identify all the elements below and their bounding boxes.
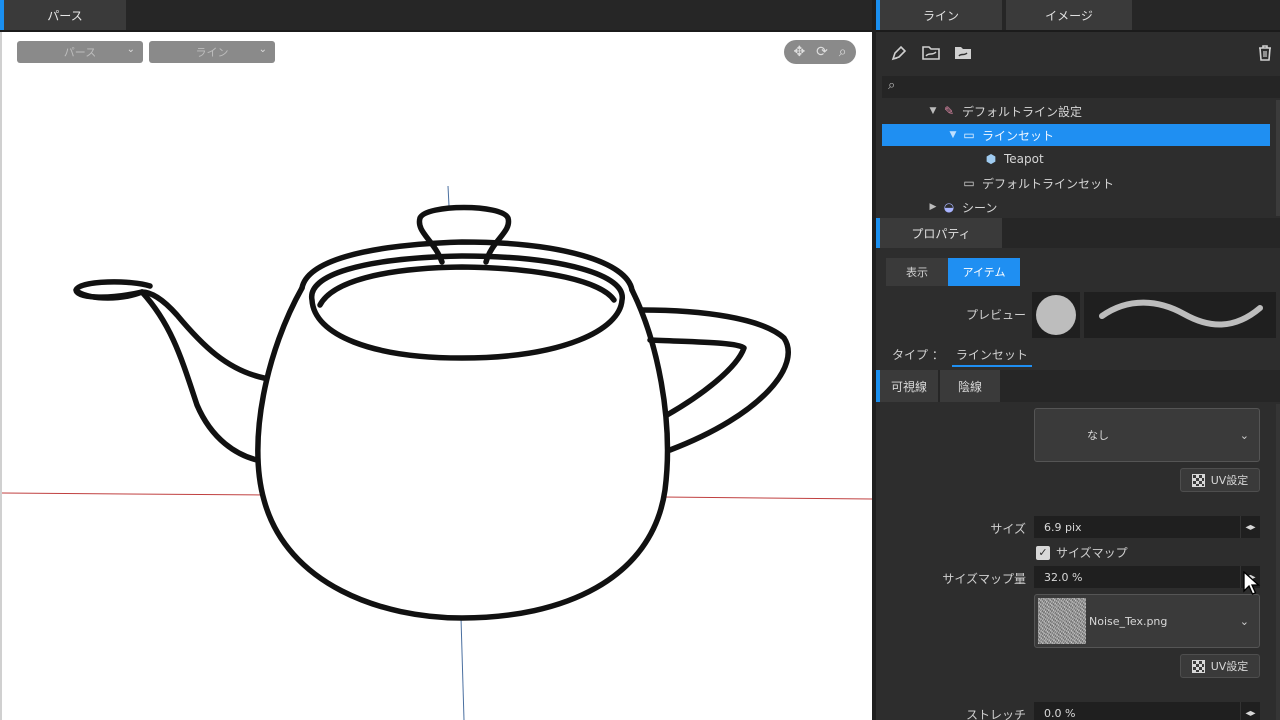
move-icon[interactable]: ✥ [793,45,805,59]
tab-image[interactable]: イメージ [1006,0,1132,30]
tree-item-default-line-settings[interactable]: ▼ ✎ デフォルトライン設定 [882,100,1270,122]
sizemap-amount-field[interactable]: 32.0 % [1034,566,1240,588]
tab-perse[interactable]: パース [0,0,126,30]
preview-circle [1032,292,1080,338]
uv-settings-label: UV設定 [1210,660,1249,673]
properties-tabbar: プロパティ [876,218,1280,248]
tree-item-default-lineset[interactable]: ▭ デフォルトラインセット [882,172,1270,194]
mouse-cursor-icon [1243,571,1261,595]
tree-item-lineset[interactable]: ▼ ▭ ラインセット [882,124,1270,146]
tree-item-label: シーン [962,200,998,215]
chevron-down-icon: ⌄ [1239,428,1249,442]
texture-dropdown[interactable]: なし ⌄ [1034,408,1260,462]
viewport-tools: ✥ ⟳ ⌕ [784,40,856,64]
chevron-down-icon: ⌄ [258,44,267,55]
preview-label: プレビュー [966,308,1027,322]
type-value[interactable]: ラインセット [951,346,1032,367]
tab-visible-line[interactable]: 可視線 [876,370,938,402]
tree-item-label: ラインセット [982,128,1055,143]
trash-icon[interactable] [1254,42,1276,64]
view-mode-buttons: 表示 アイテム [886,258,1020,286]
checker-icon [1191,473,1205,487]
uv-settings-button[interactable]: UV設定 [1180,468,1260,492]
search-icon: ⌕ [888,78,896,93]
sizemap-checkbox-row[interactable]: ✓ サイズマップ [1036,544,1128,561]
sizemap-checkbox-label: サイズマップ [1056,546,1128,560]
folder-line-icon: ▭ [963,128,975,142]
pen-icon[interactable] [888,42,910,64]
texture-dropdown-label: なし [1087,429,1109,442]
stretch-field[interactable]: 0.0 % [1034,702,1240,720]
viewport-tabbar: パース [0,0,872,32]
mode-dropdown-label: ライン [195,46,229,59]
scene-icon: ◒ [943,200,955,214]
size-field[interactable]: 6.9 pix [1034,516,1240,538]
tab-line[interactable]: ライン [876,0,1002,30]
zoom-icon[interactable]: ⌕ [839,45,847,59]
tree-item-label: デフォルトラインセット [982,176,1115,191]
tree-item-label: デフォルトライン設定 [962,104,1083,119]
properties-scrollbar[interactable] [1276,404,1280,720]
pen-icon: ✎ [943,104,955,118]
noise-texture-label: Noise_Tex.png [1089,614,1168,628]
properties-scroll-area: なし ⌄ UV設定 サイズ 6.9 pix ◂▸ ✓ サイズマップ サイズマップ… [876,404,1280,720]
tree-item-teapot[interactable]: ⬢ Teapot [882,148,1270,170]
line-kind-tabbar: 可視線 陰線 [876,370,1280,402]
type-label: タイプ ： [892,348,944,362]
tree-scrollbar[interactable] [1276,100,1280,216]
stretch-stepper[interactable]: ◂▸ [1240,702,1260,720]
expand-arrow-icon[interactable]: ▶ [926,202,940,212]
size-label: サイズ [990,522,1026,536]
size-stepper[interactable]: ◂▸ [1240,516,1260,538]
type-row: タイプ ： ラインセット [892,346,1032,367]
tree-item-scene[interactable]: ▶ ◒ シーン [882,196,1270,216]
chevron-down-icon: ⌄ [126,44,135,55]
sizemap-amount-label: サイズマップ量 [942,572,1026,586]
preview-stroke [1084,292,1276,338]
teapot-line-render [2,185,872,720]
rotate-icon[interactable]: ⟳ [816,45,828,59]
tree-search-input[interactable]: ⌕ [882,76,1280,98]
camera-dropdown-label: パース [63,46,97,59]
chevron-down-icon: ⌄ [1239,614,1249,628]
right-tabbar: ライン イメージ [876,0,1280,32]
camera-dropdown[interactable]: パース ⌄ [17,41,143,63]
noise-texture-thumbnail [1038,598,1086,644]
cube-icon: ⬢ [985,152,997,166]
uv-settings-label: UV設定 [1210,474,1249,487]
item-button[interactable]: アイテム [948,258,1020,286]
sizemap-texture-dropdown[interactable]: Noise_Tex.png ⌄ [1034,594,1260,648]
right-panel: ライン イメージ ⌕ ▼ ✎ デフォルトライン設定 ▼ ▭ ラインセット ⬢ T… [872,0,1280,720]
expand-arrow-icon[interactable]: ▼ [926,106,940,116]
viewport-canvas[interactable]: パース ⌄ ライン ⌄ ✥ ⟳ ⌕ [0,32,872,720]
expand-arrow-icon[interactable]: ▼ [946,130,960,140]
folder-line-icon: ▭ [963,176,975,190]
folder-line-icon[interactable] [920,42,942,64]
tree-item-label: Teapot [1004,152,1044,166]
sizemap-checkbox[interactable]: ✓ [1036,545,1050,560]
tab-properties[interactable]: プロパティ [876,218,1002,248]
uv-settings-button-2[interactable]: UV設定 [1180,654,1260,678]
checker-icon [1191,659,1205,673]
line-tree: ▼ ✎ デフォルトライン設定 ▼ ▭ ラインセット ⬢ Teapot ▭ デフォ… [882,100,1280,216]
folder-icon[interactable] [952,42,974,64]
tab-hidden-line[interactable]: 陰線 [940,370,1000,402]
line-toolbar [876,38,1280,70]
stretch-label: ストレッチ [965,708,1026,720]
mode-dropdown[interactable]: ライン ⌄ [149,41,275,63]
display-button[interactable]: 表示 [886,258,948,286]
